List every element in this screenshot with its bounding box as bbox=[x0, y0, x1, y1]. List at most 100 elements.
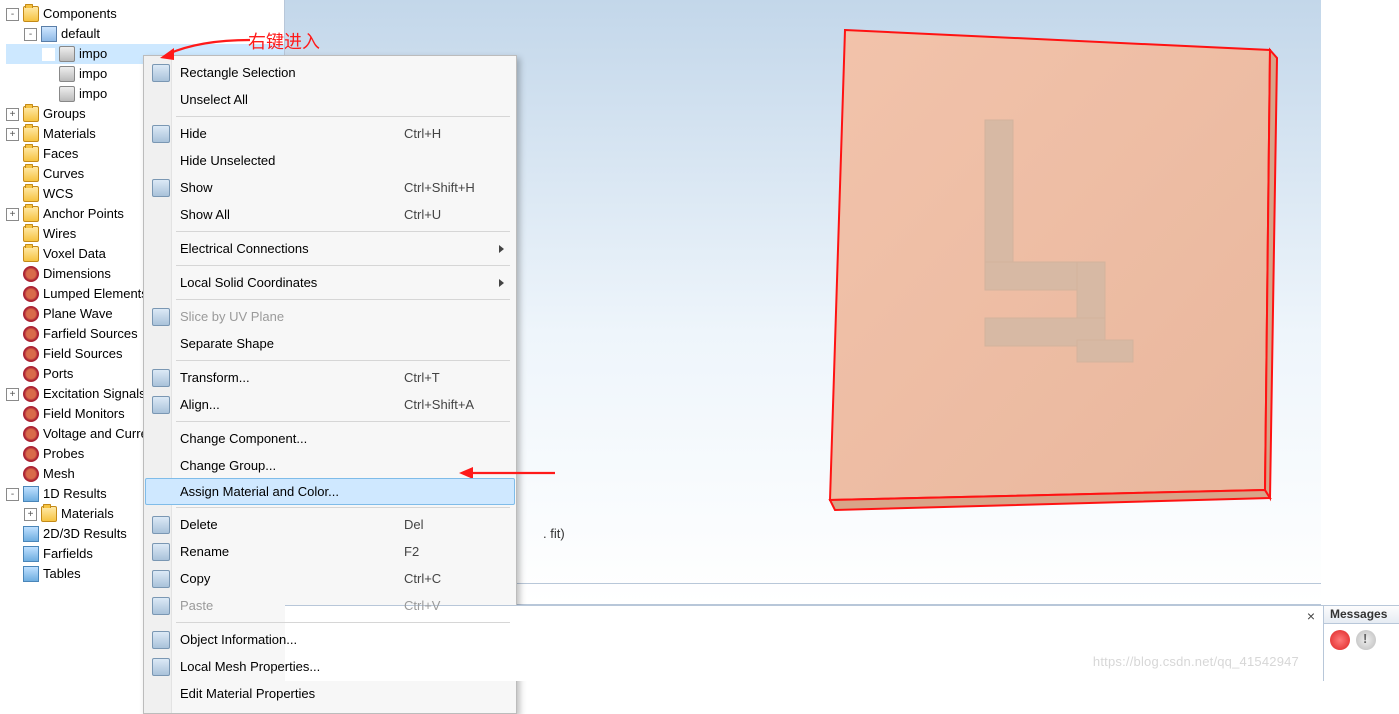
tree-expander[interactable]: - bbox=[24, 28, 37, 41]
menu-item[interactable]: Hide Unselected bbox=[146, 147, 514, 174]
menu-item[interactable]: Align...Ctrl+Shift+A bbox=[146, 391, 514, 418]
tree-expander[interactable]: + bbox=[6, 108, 19, 121]
tree-expander[interactable] bbox=[6, 568, 19, 581]
close-icon[interactable]: × bbox=[1307, 608, 1315, 624]
menu-item-shortcut: Ctrl+V bbox=[404, 598, 504, 613]
tree-expander[interactable] bbox=[6, 228, 19, 241]
menu-item-shortcut: Del bbox=[404, 517, 504, 532]
align-icon bbox=[152, 396, 170, 414]
menu-separator bbox=[176, 231, 510, 232]
menu-item[interactable]: Show AllCtrl+U bbox=[146, 201, 514, 228]
tree-item[interactable]: -Components bbox=[6, 4, 284, 24]
folder-icon bbox=[23, 166, 39, 182]
menu-item-label: Rectangle Selection bbox=[180, 65, 504, 80]
menu-item-label: Paste bbox=[180, 598, 404, 613]
menu-item[interactable]: Change Group... bbox=[146, 452, 514, 479]
menu-item-label: Object Information... bbox=[180, 632, 504, 647]
tree-item-label: Excitation Signals bbox=[43, 384, 146, 404]
menu-item-label: Slice by UV Plane bbox=[180, 309, 504, 324]
menu-separator bbox=[176, 421, 510, 422]
menu-separator bbox=[176, 622, 510, 623]
menu-item[interactable]: Change Component... bbox=[146, 425, 514, 452]
tree-expander[interactable] bbox=[6, 308, 19, 321]
gear-icon bbox=[23, 446, 39, 462]
tree-item-label: Lumped Elements bbox=[43, 284, 148, 304]
tree-expander[interactable] bbox=[6, 328, 19, 341]
menu-item-shortcut: F2 bbox=[404, 544, 504, 559]
menu-item-label: Change Group... bbox=[180, 458, 504, 473]
menu-item-label: Local Solid Coordinates bbox=[180, 275, 499, 290]
tree-expander[interactable] bbox=[6, 468, 19, 481]
tree-expander[interactable] bbox=[42, 48, 55, 61]
tree-item-label: Materials bbox=[43, 124, 96, 144]
menu-item[interactable]: Transform...Ctrl+T bbox=[146, 364, 514, 391]
menu-item: Slice by UV Plane bbox=[146, 303, 514, 330]
tree-expander[interactable] bbox=[6, 428, 19, 441]
tree-expander[interactable] bbox=[6, 188, 19, 201]
tree-item-label: Materials bbox=[61, 504, 114, 524]
menu-item[interactable]: Object Information... bbox=[146, 626, 514, 653]
tree-expander[interactable] bbox=[6, 548, 19, 561]
tree-expander[interactable] bbox=[6, 248, 19, 261]
blue-icon bbox=[23, 546, 39, 562]
menu-item[interactable]: Edit Material Properties bbox=[146, 680, 514, 707]
tree-expander[interactable] bbox=[42, 88, 55, 101]
tree-expander[interactable]: + bbox=[6, 388, 19, 401]
tree-expander[interactable] bbox=[6, 288, 19, 301]
gear-icon bbox=[23, 286, 39, 302]
tree-expander[interactable] bbox=[6, 268, 19, 281]
warning-icon[interactable] bbox=[1356, 630, 1376, 650]
menu-separator bbox=[176, 299, 510, 300]
menu-item[interactable]: Unselect All bbox=[146, 86, 514, 113]
menu-item[interactable]: RenameF2 bbox=[146, 538, 514, 565]
menu-item[interactable]: CopyCtrl+C bbox=[146, 565, 514, 592]
menu-item[interactable]: ShowCtrl+Shift+H bbox=[146, 174, 514, 201]
menu-item-label: Unselect All bbox=[180, 92, 504, 107]
tree-item-label: Plane Wave bbox=[43, 304, 113, 324]
tree-item[interactable]: -default bbox=[6, 24, 284, 44]
annotation-text: 右键进入 bbox=[248, 28, 320, 54]
tree-item-label: Faces bbox=[43, 144, 78, 164]
menu-item-label: Copy bbox=[180, 571, 404, 586]
gear-icon bbox=[23, 346, 39, 362]
rename-icon bbox=[152, 543, 170, 561]
menu-item[interactable]: Separate Shape bbox=[146, 330, 514, 357]
blank-icon bbox=[152, 457, 170, 475]
tree-expander[interactable] bbox=[6, 528, 19, 541]
tree-expander[interactable] bbox=[6, 348, 19, 361]
menu-item[interactable]: Assign Material and Color... bbox=[145, 478, 515, 505]
tree-item-label: Mesh bbox=[43, 464, 75, 484]
gear-icon bbox=[23, 386, 39, 402]
menu-separator bbox=[176, 360, 510, 361]
tree-expander[interactable] bbox=[6, 448, 19, 461]
menu-item[interactable]: Local Solid Coordinates bbox=[146, 269, 514, 296]
menu-item-shortcut: Ctrl+C bbox=[404, 571, 504, 586]
menu-item[interactable]: Local Mesh Properties... bbox=[146, 653, 514, 680]
tree-expander[interactable]: - bbox=[6, 8, 19, 21]
blank-icon bbox=[152, 430, 170, 448]
error-icon[interactable] bbox=[1330, 630, 1350, 650]
tree-item-label: Voxel Data bbox=[43, 244, 106, 264]
menu-item[interactable]: HideCtrl+H bbox=[146, 120, 514, 147]
tree-expander[interactable] bbox=[42, 68, 55, 81]
tree-expander[interactable] bbox=[6, 408, 19, 421]
folder-icon bbox=[23, 106, 39, 122]
tree-expander[interactable] bbox=[6, 368, 19, 381]
tree-expander[interactable]: + bbox=[6, 208, 19, 221]
tree-expander[interactable]: + bbox=[6, 128, 19, 141]
gear-icon bbox=[23, 326, 39, 342]
submenu-arrow-icon bbox=[499, 245, 504, 253]
menu-item[interactable]: Rectangle Selection bbox=[146, 59, 514, 86]
gear-icon bbox=[23, 426, 39, 442]
menu-item[interactable]: DeleteDel bbox=[146, 511, 514, 538]
tree-expander[interactable] bbox=[6, 148, 19, 161]
menu-item-shortcut: Ctrl+Shift+A bbox=[404, 397, 504, 412]
tree-expander[interactable] bbox=[6, 168, 19, 181]
blue-icon bbox=[23, 486, 39, 502]
tree-item-label: Dimensions bbox=[43, 264, 111, 284]
menu-item[interactable]: Electrical Connections bbox=[146, 235, 514, 262]
tree-expander[interactable]: + bbox=[24, 508, 37, 521]
menu-item-label: Assign Material and Color... bbox=[180, 484, 504, 499]
tree-expander[interactable]: - bbox=[6, 488, 19, 501]
blank-icon bbox=[152, 206, 170, 224]
